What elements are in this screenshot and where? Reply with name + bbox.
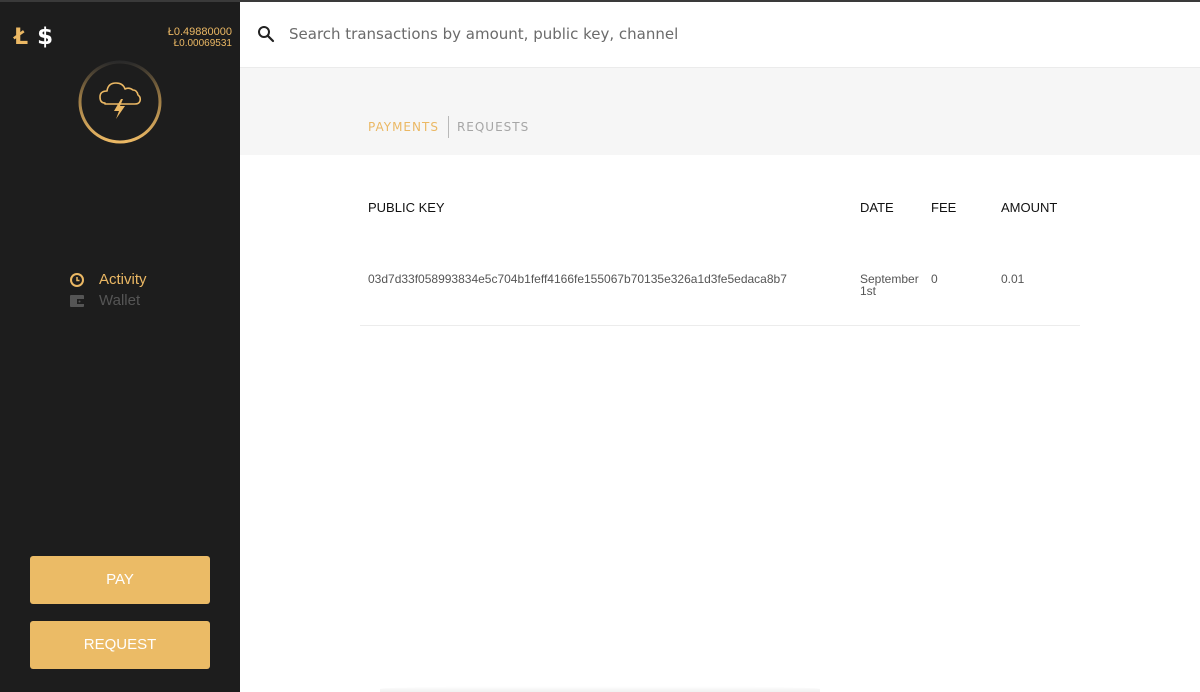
sidebar-item-label: Activity	[99, 271, 147, 288]
tabs: PAYMENTS REQUESTS	[368, 116, 529, 138]
clock-icon	[69, 272, 85, 288]
cell-date: September 1st	[860, 272, 919, 298]
bottom-shadow	[380, 686, 820, 692]
app-logo	[77, 59, 163, 145]
cell-public-key: 03d7d33f058993834e5c704b1feff4166fe15506…	[368, 272, 787, 286]
cell-amount: 0.01	[1001, 272, 1025, 286]
column-header-amount: AMOUNT	[1001, 200, 1058, 215]
sidebar-nav: Activity Wallet	[69, 269, 147, 311]
currency-toggle: Ł $	[14, 24, 53, 50]
column-header-public-key: PUBLIC KEY	[368, 200, 445, 215]
sidebar-item-label: Wallet	[99, 292, 141, 309]
wallet-icon	[69, 293, 85, 309]
balances: Ł0.49880000 Ł0.00069531	[168, 26, 232, 50]
sidebar: Ł $ Ł0.49880000 Ł0.00069531 Activity Wal…	[0, 0, 240, 692]
secondary-balance: Ł0.00069531	[173, 38, 232, 49]
search-icon	[257, 25, 275, 43]
usd-currency-icon[interactable]: $	[37, 24, 53, 50]
primary-balance: Ł0.49880000	[167, 26, 232, 38]
tab-divider	[447, 116, 449, 138]
pay-button[interactable]: PAY	[30, 556, 210, 604]
search-bar	[240, 0, 1200, 68]
cell-fee: 0	[931, 272, 938, 286]
transactions-table: PUBLIC KEY DATE FEE AMOUNT 03d7d33f05899…	[360, 155, 1080, 326]
sidebar-item-activity[interactable]: Activity	[69, 269, 147, 290]
search-input[interactable]	[289, 20, 1169, 48]
ltc-currency-icon[interactable]: Ł	[14, 25, 28, 50]
table-row[interactable]: 03d7d33f058993834e5c704b1feff4166fe15506…	[360, 259, 1080, 326]
tab-payments[interactable]: PAYMENTS	[368, 120, 439, 134]
column-header-fee: FEE	[931, 200, 957, 215]
column-header-date: DATE	[860, 200, 894, 215]
tabs-area: PAYMENTS REQUESTS	[240, 68, 1200, 155]
lightning-cloud-icon	[78, 60, 162, 144]
sidebar-item-wallet[interactable]: Wallet	[69, 290, 147, 311]
request-button[interactable]: REQUEST	[30, 621, 210, 669]
tab-requests[interactable]: REQUESTS	[457, 120, 529, 134]
table-header: PUBLIC KEY DATE FEE AMOUNT	[360, 155, 1080, 259]
